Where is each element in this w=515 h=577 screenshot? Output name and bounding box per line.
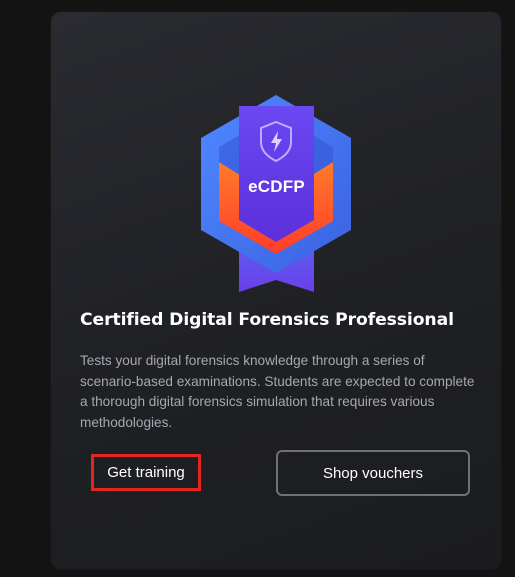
badge-label: eCDFP bbox=[248, 177, 305, 196]
certification-title: Certified Digital Forensics Professional bbox=[80, 310, 454, 330]
shop-vouchers-button[interactable]: Shop vouchers bbox=[276, 450, 470, 496]
certification-description: Tests your digital forensics knowledge t… bbox=[80, 353, 475, 430]
get-training-button[interactable]: Get training bbox=[91, 454, 201, 491]
